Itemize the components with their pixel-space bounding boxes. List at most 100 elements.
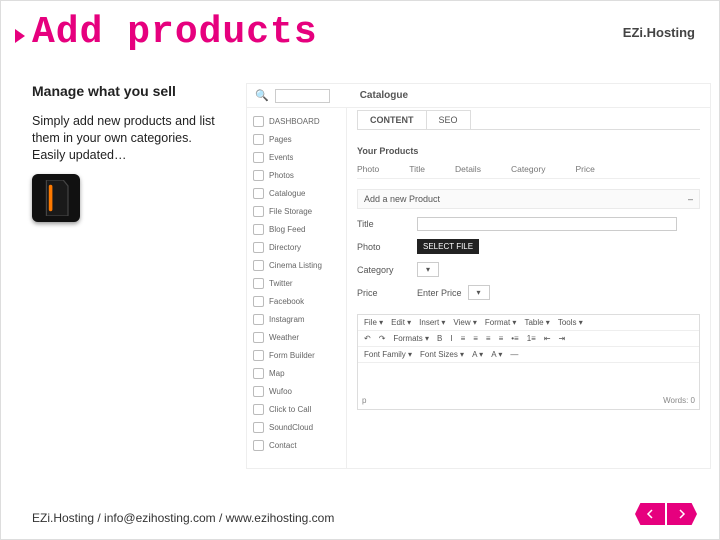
sidebar-label: Facebook <box>269 297 304 306</box>
field-title: Title <box>357 217 700 231</box>
sidebar-icon <box>253 206 264 217</box>
sidebar-label: Map <box>269 369 285 378</box>
product-icon <box>32 174 80 222</box>
tabs: CONTENTSEO <box>357 110 700 129</box>
sidebar-icon <box>253 170 264 181</box>
sidebar-item-18[interactable]: Contact <box>247 436 346 454</box>
wysiwyg-path: p <box>362 396 366 405</box>
select-file-button[interactable]: SELECT FILE <box>417 239 479 254</box>
sidebar-item-12[interactable]: Weather <box>247 328 346 346</box>
price-hint: Enter Price <box>417 288 462 298</box>
sidebar-icon <box>253 404 264 415</box>
footer-company: EZi.Hosting <box>32 511 94 525</box>
wys-tool2-1[interactable]: Font Sizes ▾ <box>420 350 464 359</box>
col-details: Details <box>455 164 481 174</box>
sidebar-icon <box>253 296 264 307</box>
wys-menu-item-5[interactable]: Table ▾ <box>524 318 549 327</box>
sidebar-icon <box>253 188 264 199</box>
sidebar-label: Blog Feed <box>269 225 305 234</box>
wys-tool2-0[interactable]: Font Family ▾ <box>364 350 412 359</box>
sidebar-item-10[interactable]: Facebook <box>247 292 346 310</box>
wys-menu-item-4[interactable]: Format ▾ <box>485 318 517 327</box>
wys-tool2-4[interactable]: — <box>510 350 518 359</box>
sidebar-icon <box>253 224 264 235</box>
sidebar-item-16[interactable]: Click to Call <box>247 400 346 418</box>
sidebar-icon <box>253 242 264 253</box>
search-input[interactable] <box>275 89 330 103</box>
sidebar-item-4[interactable]: Catalogue <box>247 184 346 202</box>
sidebar-item-8[interactable]: Cinema Listing <box>247 256 346 274</box>
collapse-icon[interactable]: – <box>688 194 693 204</box>
category-select[interactable]: ▾ <box>417 262 439 277</box>
sidebar-icon <box>253 332 264 343</box>
wys-tool-10[interactable]: 1≡ <box>527 334 536 343</box>
sidebar-icon <box>253 260 264 271</box>
sidebar-item-1[interactable]: Pages <box>247 130 346 148</box>
slide: Add products EZi.Hosting Manage what you… <box>0 0 720 540</box>
prev-button[interactable] <box>635 503 665 525</box>
sidebar-label: Photos <box>269 171 294 180</box>
footer: EZi.Hosting / info@ezihosting.com / www.… <box>32 511 334 525</box>
sidebar-item-2[interactable]: Events <box>247 148 346 166</box>
wys-tool-7[interactable]: ≡ <box>486 334 491 343</box>
sidebar-label: Click to Call <box>269 405 311 414</box>
wys-tool-4[interactable]: I <box>450 334 452 343</box>
sidebar-item-14[interactable]: Map <box>247 364 346 382</box>
col-title: Title <box>409 164 425 174</box>
col-category: Category <box>511 164 546 174</box>
wys-tool-9[interactable]: •≡ <box>511 334 518 343</box>
sidebar-item-5[interactable]: File Storage <box>247 202 346 220</box>
sidebar-item-11[interactable]: Instagram <box>247 310 346 328</box>
wys-menu-item-0[interactable]: File ▾ <box>364 318 383 327</box>
sidebar-icon <box>253 278 264 289</box>
sidebar-item-6[interactable]: Blog Feed <box>247 220 346 238</box>
wys-tool-2[interactable]: Formats ▾ <box>393 334 429 343</box>
sidebar-icon <box>253 422 264 433</box>
app-header: 🔍 Catalogue <box>247 84 710 108</box>
footer-email: info@ezihosting.com <box>104 511 216 525</box>
wys-menu-item-2[interactable]: Insert ▾ <box>419 318 445 327</box>
sidebar-label: Directory <box>269 243 301 252</box>
sidebar-icon <box>253 116 264 127</box>
tab-content[interactable]: CONTENT <box>357 110 427 129</box>
wys-tool-0[interactable]: ↶ <box>364 334 371 343</box>
search-icon: 🔍 <box>255 89 269 102</box>
page-title: Add products <box>32 11 318 54</box>
wys-tool-11[interactable]: ⇤ <box>544 334 551 343</box>
wys-menu-item-1[interactable]: Edit ▾ <box>391 318 411 327</box>
sidebar-label: SoundCloud <box>269 423 313 432</box>
wys-tool2-3[interactable]: A ▾ <box>491 350 502 359</box>
sidebar-item-0[interactable]: DASHBOARD <box>247 112 346 130</box>
photo-label: Photo <box>357 242 417 252</box>
sidebar-item-7[interactable]: Directory <box>247 238 346 256</box>
wys-tool-12[interactable]: ⇥ <box>559 334 566 343</box>
footer-sep-1: / <box>94 511 104 525</box>
price-select[interactable]: ▾ <box>468 285 490 300</box>
wys-menu-item-6[interactable]: Tools ▾ <box>558 318 583 327</box>
add-product-bar[interactable]: Add a new Product – <box>357 189 700 209</box>
wys-menu-item-3[interactable]: View ▾ <box>453 318 476 327</box>
wys-tool-5[interactable]: ≡ <box>461 334 466 343</box>
wysiwyg-editor[interactable]: p Words: 0 <box>358 363 699 409</box>
wys-tool-6[interactable]: ≡ <box>473 334 478 343</box>
wys-tool-8[interactable]: ≡ <box>499 334 504 343</box>
sidebar-item-9[interactable]: Twitter <box>247 274 346 292</box>
sidebar-item-3[interactable]: Photos <box>247 166 346 184</box>
title-input[interactable] <box>417 217 677 231</box>
content-area: CONTENTSEO Your Products PhotoTitleDetai… <box>347 108 710 468</box>
sidebar-item-17[interactable]: SoundCloud <box>247 418 346 436</box>
sidebar-label: Twitter <box>269 279 293 288</box>
tab-seo[interactable]: SEO <box>427 110 471 129</box>
sidebar-label: Instagram <box>269 315 305 324</box>
wysiwyg: File ▾ Edit ▾ Insert ▾ View ▾ Format ▾ Table … <box>357 314 700 410</box>
sidebar-item-13[interactable]: Form Builder <box>247 346 346 364</box>
wys-tool-3[interactable]: B <box>437 334 442 343</box>
brand-label: EZi.Hosting <box>623 25 695 40</box>
sidebar-icon <box>253 368 264 379</box>
field-photo: Photo SELECT FILE <box>357 239 700 254</box>
wys-tool2-2[interactable]: A ▾ <box>472 350 483 359</box>
next-button[interactable] <box>667 503 697 525</box>
desc-line-1: Simply add new products and list them in… <box>32 114 215 145</box>
wys-tool-1[interactable]: ↷ <box>379 334 386 343</box>
sidebar-item-15[interactable]: Wufoo <box>247 382 346 400</box>
